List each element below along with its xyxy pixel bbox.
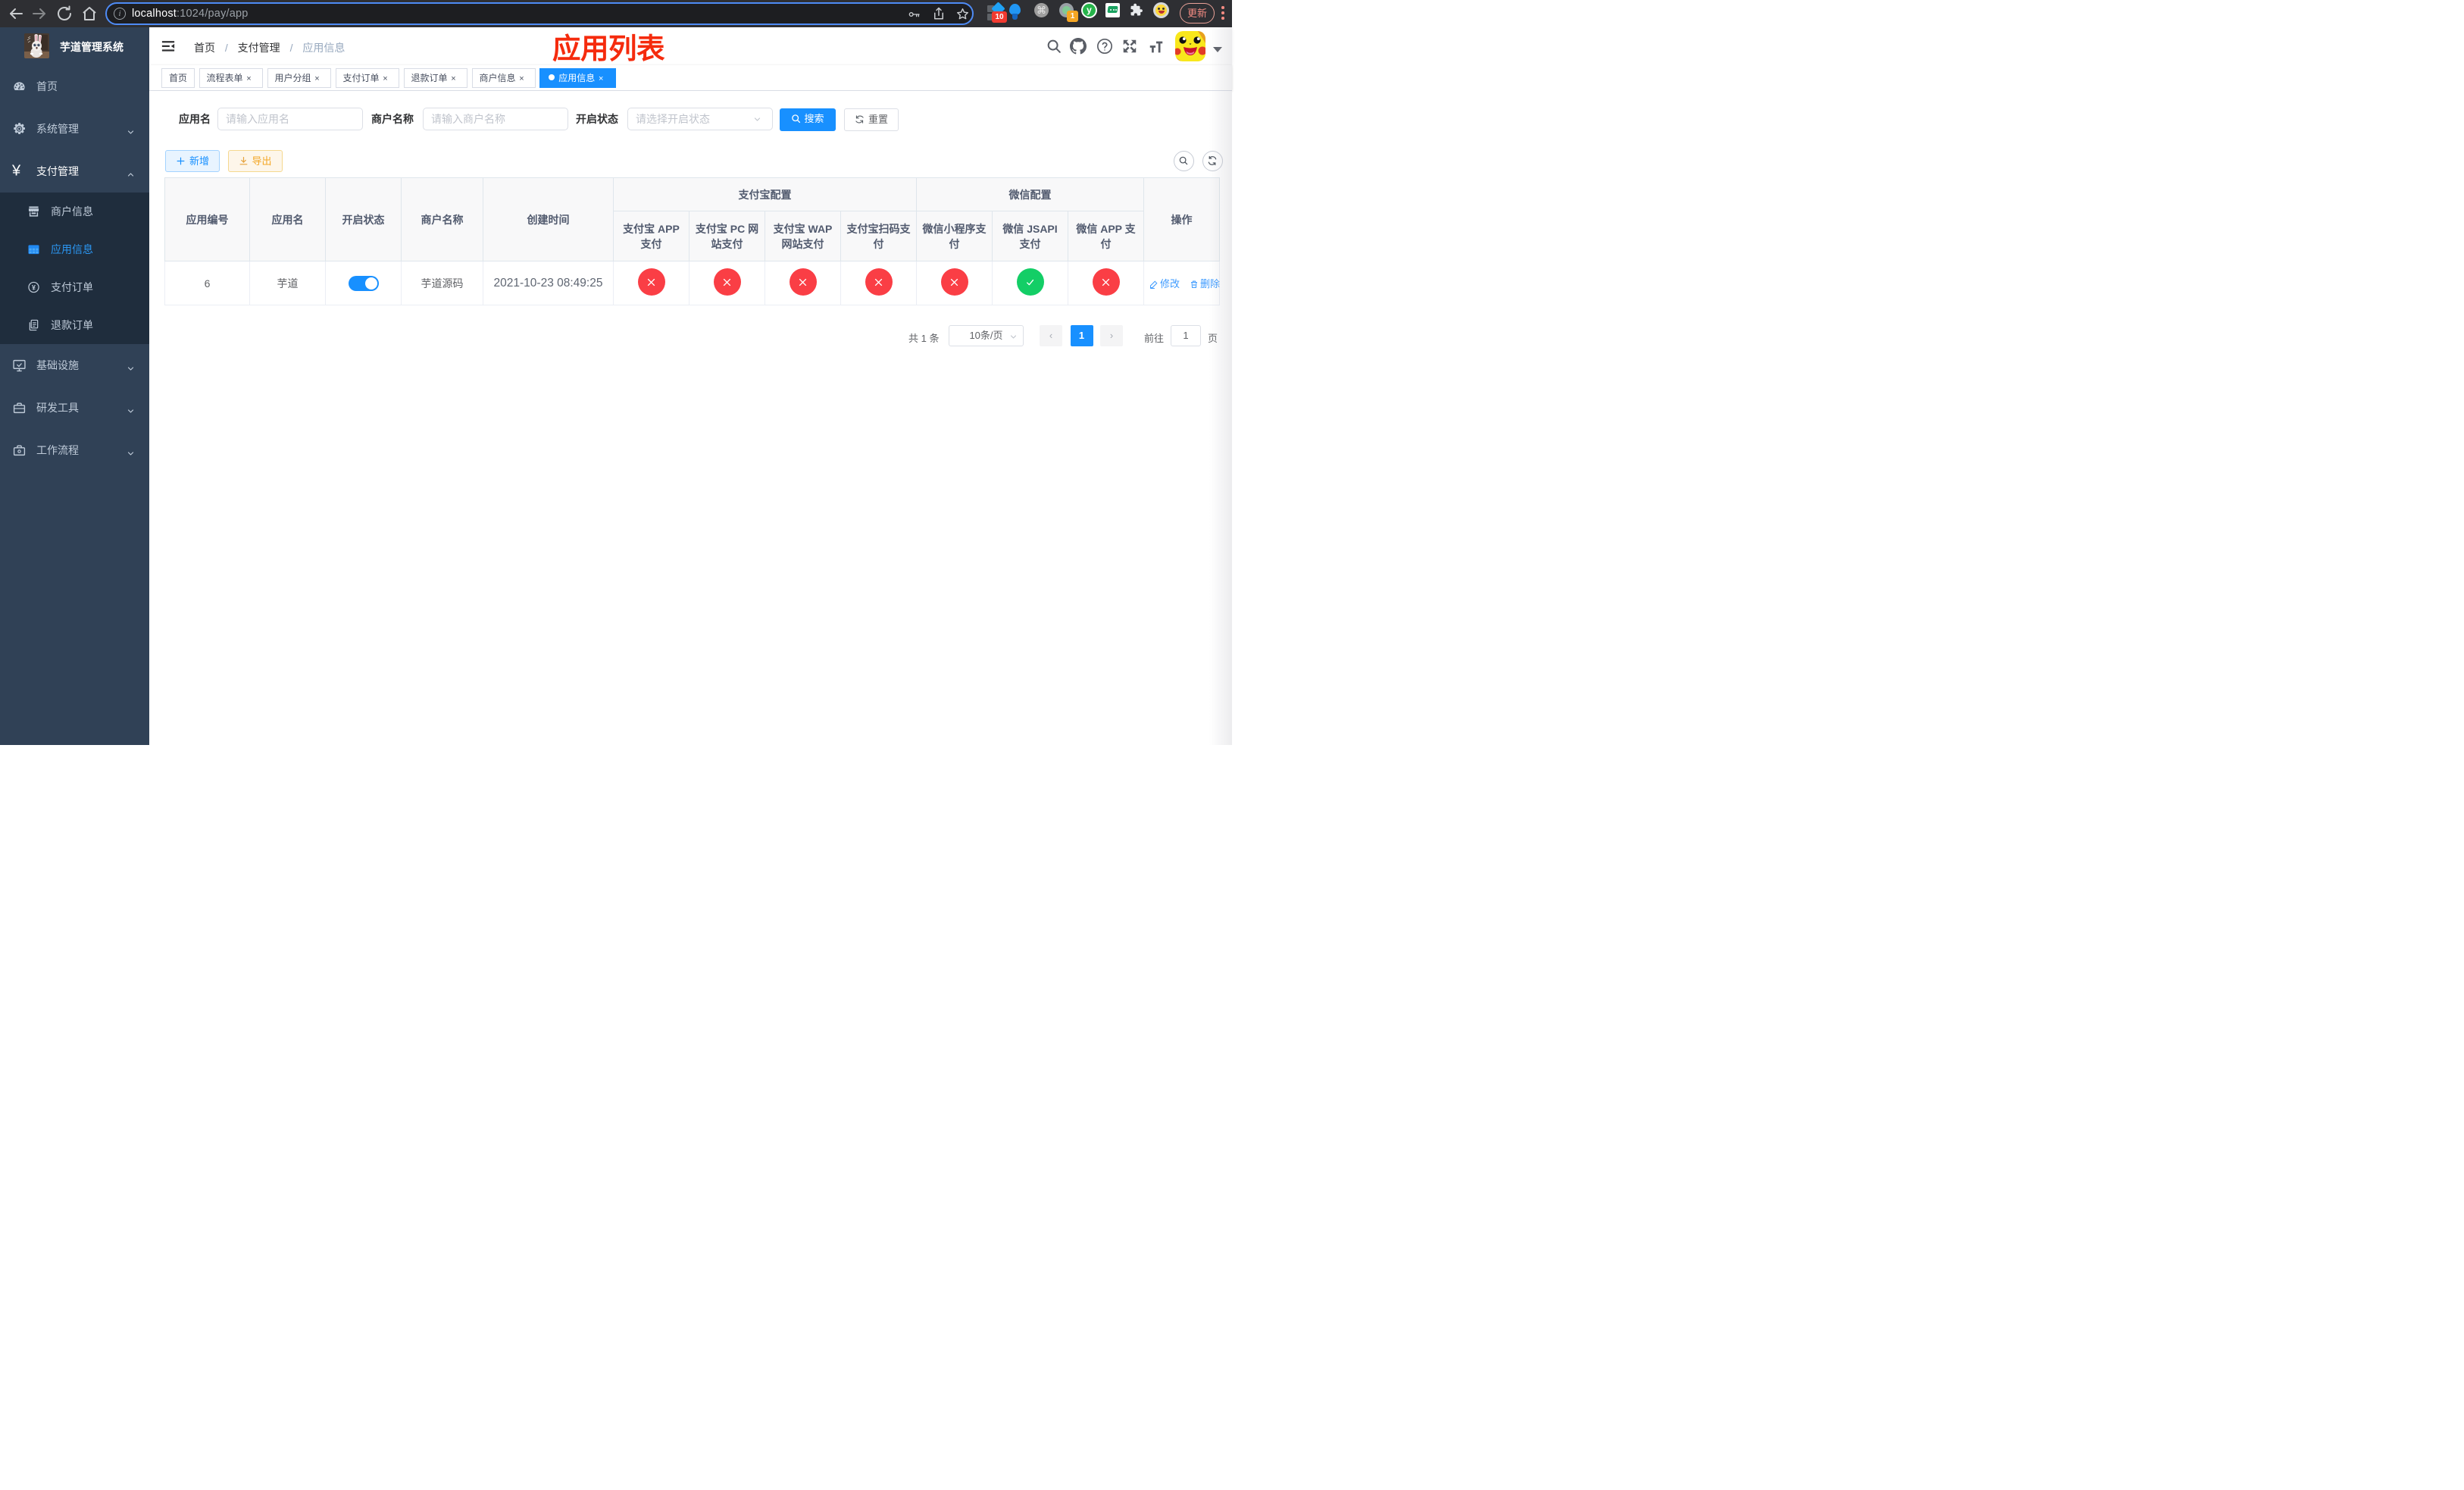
svg-text:¥: ¥ [32,283,36,291]
